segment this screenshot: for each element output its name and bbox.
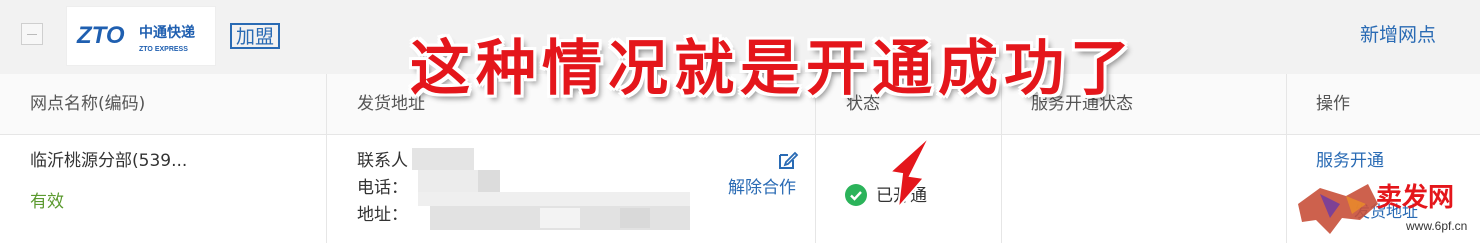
site-watermark: 卖发网 www.6pf.cn — [1290, 174, 1480, 243]
service-open-link[interactable]: 服务开通 — [1316, 150, 1384, 172]
site-name: 临沂桃源分部(539... — [30, 151, 188, 171]
watermark-url: www.6pf.cn — [1405, 219, 1467, 233]
bull-logo-icon — [1298, 184, 1378, 234]
watermark-text: 卖发网 — [1376, 182, 1454, 213]
logo-cn: 中通快递 — [139, 24, 195, 41]
join-button[interactable]: 加盟 — [230, 23, 281, 49]
header-site-name: 网点名称(编码) — [30, 94, 146, 114]
phone-label: 电话： — [357, 178, 408, 198]
select-all-checkbox[interactable] — [21, 23, 43, 45]
zto-logo: ZTO 中通快递 ZTO EXPRESS — [66, 6, 216, 66]
add-site-button[interactable]: 新增网点 — [1360, 22, 1436, 48]
header-actions: 操作 — [1316, 94, 1350, 114]
column-divider — [1286, 74, 1287, 243]
annotation-caption: 这种情况就是开通成功了 — [410, 34, 1136, 104]
annotation-arrow-icon — [887, 135, 931, 212]
logo-mark: ZTO — [76, 22, 125, 49]
end-cooperation-link[interactable]: 解除合作 — [728, 177, 796, 199]
valid-status: 有效 — [30, 192, 64, 212]
address-label: 地址： — [357, 205, 408, 225]
edit-icon[interactable] — [777, 149, 799, 171]
contact-label: 联系人 — [357, 151, 408, 171]
column-divider — [326, 74, 327, 243]
check-circle-icon — [845, 184, 867, 206]
logo-en: ZTO EXPRESS — [139, 46, 188, 53]
